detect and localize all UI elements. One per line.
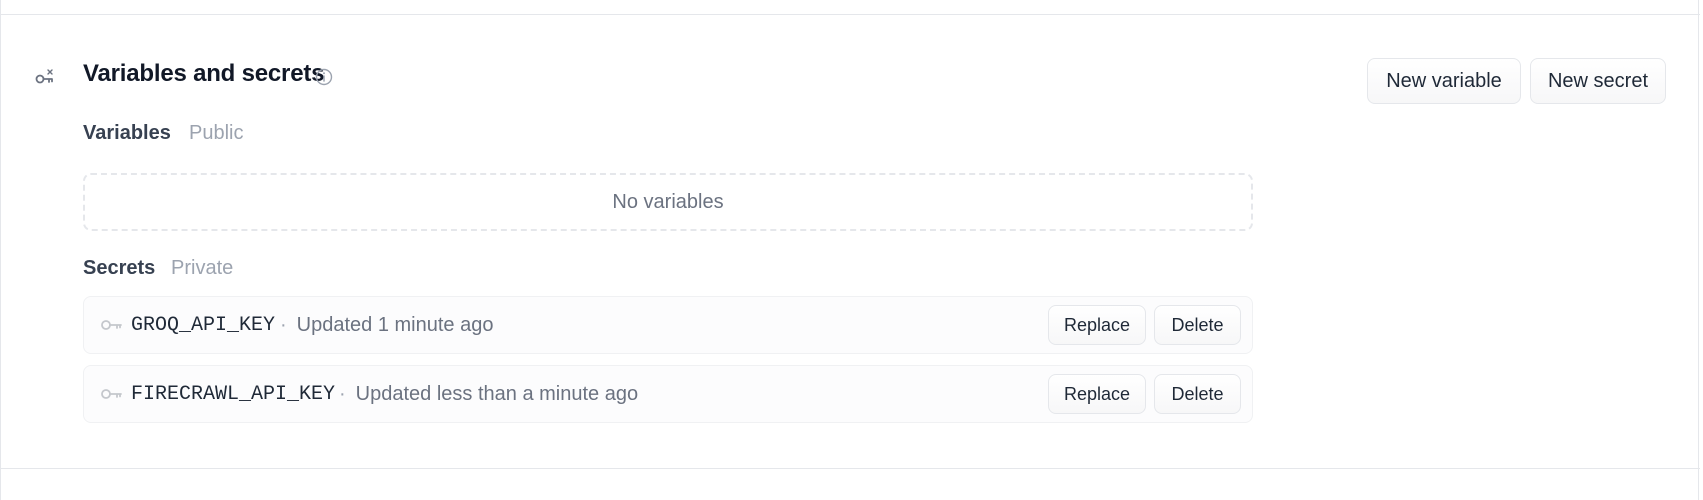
settings-key-icon	[35, 68, 55, 86]
secret-row: FIRECRAWL_API_KEY · Updated less than a m…	[83, 365, 1253, 423]
secret-name: GROQ_API_KEY	[131, 314, 276, 337]
delete-secret-button[interactable]: Delete	[1154, 374, 1241, 414]
secrets-visibility-tag: Private	[171, 257, 234, 279]
info-icon[interactable]	[315, 68, 333, 86]
variables-empty-state: No variables	[83, 173, 1253, 231]
secret-name: FIRECRAWL_API_KEY	[131, 383, 336, 406]
delete-secret-button[interactable]: Delete	[1154, 305, 1241, 345]
separator-dot: ·	[280, 314, 287, 336]
secrets-heading: Secrets	[83, 257, 156, 279]
variables-secrets-panel: Variables and secrets New variable New s…	[0, 0, 1700, 500]
new-variable-button[interactable]: New variable	[1367, 58, 1521, 104]
secret-updated: · Updated 1 minute ago	[280, 314, 493, 337]
replace-secret-button[interactable]: Replace	[1048, 374, 1146, 414]
secret-updated: · Updated less than a minute ago	[339, 383, 638, 406]
top-divider	[1, 14, 1700, 15]
key-icon	[101, 387, 123, 401]
empty-state-text: No variables	[612, 190, 724, 213]
replace-secret-button[interactable]: Replace	[1048, 305, 1146, 345]
new-secret-button[interactable]: New secret	[1530, 58, 1666, 104]
section-title: Variables and secrets	[83, 60, 325, 87]
separator-dot: ·	[339, 383, 346, 405]
secret-row: GROQ_API_KEY · Updated 1 minute ago Repla…	[83, 296, 1253, 354]
variables-heading: Variables	[83, 122, 171, 144]
bottom-divider	[1, 468, 1700, 469]
variables-visibility-tag: Public	[189, 122, 244, 144]
secret-updated-text: Updated less than a minute ago	[355, 383, 639, 405]
key-icon	[101, 318, 123, 332]
secret-updated-text: Updated 1 minute ago	[296, 314, 494, 336]
